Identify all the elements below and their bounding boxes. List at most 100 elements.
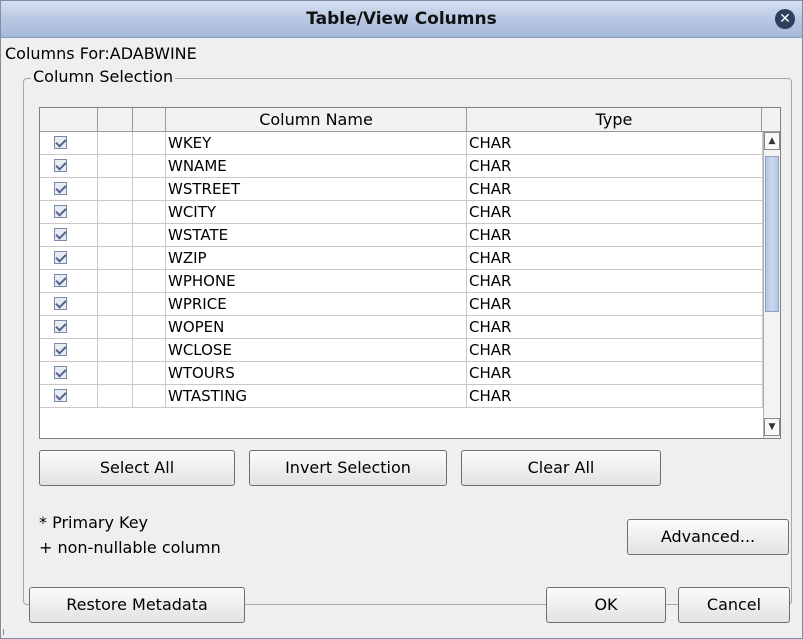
select-cell[interactable] — [40, 362, 98, 384]
header-column-name[interactable]: Column Name — [166, 108, 467, 131]
checkbox-icon[interactable] — [54, 182, 67, 195]
primary-key-cell — [98, 155, 133, 177]
table-row[interactable]: WSTREET CHAR — [40, 178, 763, 201]
nullable-cell — [133, 224, 166, 246]
cancel-button[interactable]: Cancel — [678, 587, 790, 623]
column-name-cell[interactable]: WSTREET — [166, 178, 467, 200]
table-row[interactable]: WCLOSE CHAR — [40, 339, 763, 362]
column-name-cell[interactable]: WZIP — [166, 247, 467, 269]
type-cell[interactable]: CHAR — [467, 132, 763, 154]
column-name-cell[interactable]: WPHONE — [166, 270, 467, 292]
column-name-cell[interactable]: WOPEN — [166, 316, 467, 338]
table-row[interactable]: WTASTING CHAR — [40, 385, 763, 408]
select-cell[interactable] — [40, 316, 98, 338]
checkbox-icon[interactable] — [54, 136, 67, 149]
nullable-cell — [133, 270, 166, 292]
column-name-cell[interactable]: WTASTING — [166, 385, 467, 407]
non-nullable-note: + non-nullable column — [39, 538, 221, 557]
table-row[interactable]: WNAME CHAR — [40, 155, 763, 178]
select-cell[interactable] — [40, 132, 98, 154]
header-primary-key[interactable] — [98, 108, 133, 131]
type-cell[interactable]: CHAR — [467, 339, 763, 361]
select-cell[interactable] — [40, 201, 98, 223]
column-selection-legend: Column Selection — [31, 67, 176, 86]
type-cell[interactable]: CHAR — [467, 270, 763, 292]
primary-key-cell — [98, 178, 133, 200]
checkbox-icon[interactable] — [54, 159, 67, 172]
nullable-cell — [133, 293, 166, 315]
table-row[interactable]: WKEY CHAR — [40, 132, 763, 155]
column-name-cell[interactable]: WCITY — [166, 201, 467, 223]
select-cell[interactable] — [40, 247, 98, 269]
nullable-cell — [133, 155, 166, 177]
primary-key-cell — [98, 201, 133, 223]
table-row[interactable]: WSTATE CHAR — [40, 224, 763, 247]
close-icon[interactable]: ✕ — [775, 9, 795, 29]
checkbox-icon[interactable] — [54, 389, 67, 402]
primary-key-cell — [98, 132, 133, 154]
table-row[interactable]: WTOURS CHAR — [40, 362, 763, 385]
dialog-title: Table/View Columns — [306, 9, 497, 29]
nullable-cell — [133, 362, 166, 384]
advanced-button[interactable]: Advanced... — [627, 519, 789, 555]
ok-button[interactable]: OK — [546, 587, 666, 623]
type-cell[interactable]: CHAR — [467, 178, 763, 200]
type-cell[interactable]: CHAR — [467, 316, 763, 338]
title-bar[interactable]: Table/View Columns ✕ — [1, 1, 802, 38]
header-nullable[interactable] — [133, 108, 166, 131]
column-name-cell[interactable]: WCLOSE — [166, 339, 467, 361]
scroll-thumb[interactable] — [765, 156, 779, 312]
type-cell[interactable]: CHAR — [467, 362, 763, 384]
restore-metadata-button[interactable]: Restore Metadata — [29, 587, 245, 623]
checkbox-icon[interactable] — [54, 366, 67, 379]
table-row[interactable]: WPHONE CHAR — [40, 270, 763, 293]
table-row[interactable]: WOPEN CHAR — [40, 316, 763, 339]
nullable-cell — [133, 385, 166, 407]
select-cell[interactable] — [40, 224, 98, 246]
primary-key-cell — [98, 316, 133, 338]
select-cell[interactable] — [40, 178, 98, 200]
scroll-down-icon[interactable]: ▼ — [764, 418, 780, 436]
checkbox-icon[interactable] — [54, 297, 67, 310]
select-cell[interactable] — [40, 385, 98, 407]
columns-for-label: Columns For:ADABWINE — [5, 44, 197, 63]
column-name-cell[interactable]: WPRICE — [166, 293, 467, 315]
primary-key-cell — [98, 293, 133, 315]
primary-key-cell — [98, 385, 133, 407]
checkbox-icon[interactable] — [54, 251, 67, 264]
column-name-cell[interactable]: WTOURS — [166, 362, 467, 384]
type-cell[interactable]: CHAR — [467, 247, 763, 269]
select-cell[interactable] — [40, 293, 98, 315]
invert-selection-button[interactable]: Invert Selection — [249, 450, 447, 486]
select-cell[interactable] — [40, 155, 98, 177]
primary-key-note: * Primary Key — [39, 513, 149, 532]
table-row[interactable]: WZIP CHAR — [40, 247, 763, 270]
clear-all-button[interactable]: Clear All — [461, 450, 661, 486]
checkbox-icon[interactable] — [54, 228, 67, 241]
checkbox-icon[interactable] — [54, 320, 67, 333]
type-cell[interactable]: CHAR — [467, 224, 763, 246]
column-name-cell[interactable]: WSTATE — [166, 224, 467, 246]
checkbox-icon[interactable] — [54, 274, 67, 287]
header-type[interactable]: Type — [467, 108, 762, 131]
primary-key-cell — [98, 362, 133, 384]
primary-key-cell — [98, 224, 133, 246]
type-cell[interactable]: CHAR — [467, 293, 763, 315]
vertical-scrollbar[interactable]: ▲ ▼ — [763, 132, 780, 438]
column-name-cell[interactable]: WNAME — [166, 155, 467, 177]
table-row[interactable]: WCITY CHAR — [40, 201, 763, 224]
primary-key-cell — [98, 270, 133, 292]
checkbox-icon[interactable] — [54, 343, 67, 356]
type-cell[interactable]: CHAR — [467, 201, 763, 223]
select-cell[interactable] — [40, 339, 98, 361]
header-select[interactable] — [40, 108, 98, 131]
resize-grip-icon[interactable] — [3, 629, 10, 635]
table-row[interactable]: WPRICE CHAR — [40, 293, 763, 316]
type-cell[interactable]: CHAR — [467, 155, 763, 177]
column-name-cell[interactable]: WKEY — [166, 132, 467, 154]
scroll-up-icon[interactable]: ▲ — [764, 132, 780, 150]
type-cell[interactable]: CHAR — [467, 385, 763, 407]
checkbox-icon[interactable] — [54, 205, 67, 218]
select-cell[interactable] — [40, 270, 98, 292]
select-all-button[interactable]: Select All — [39, 450, 235, 486]
